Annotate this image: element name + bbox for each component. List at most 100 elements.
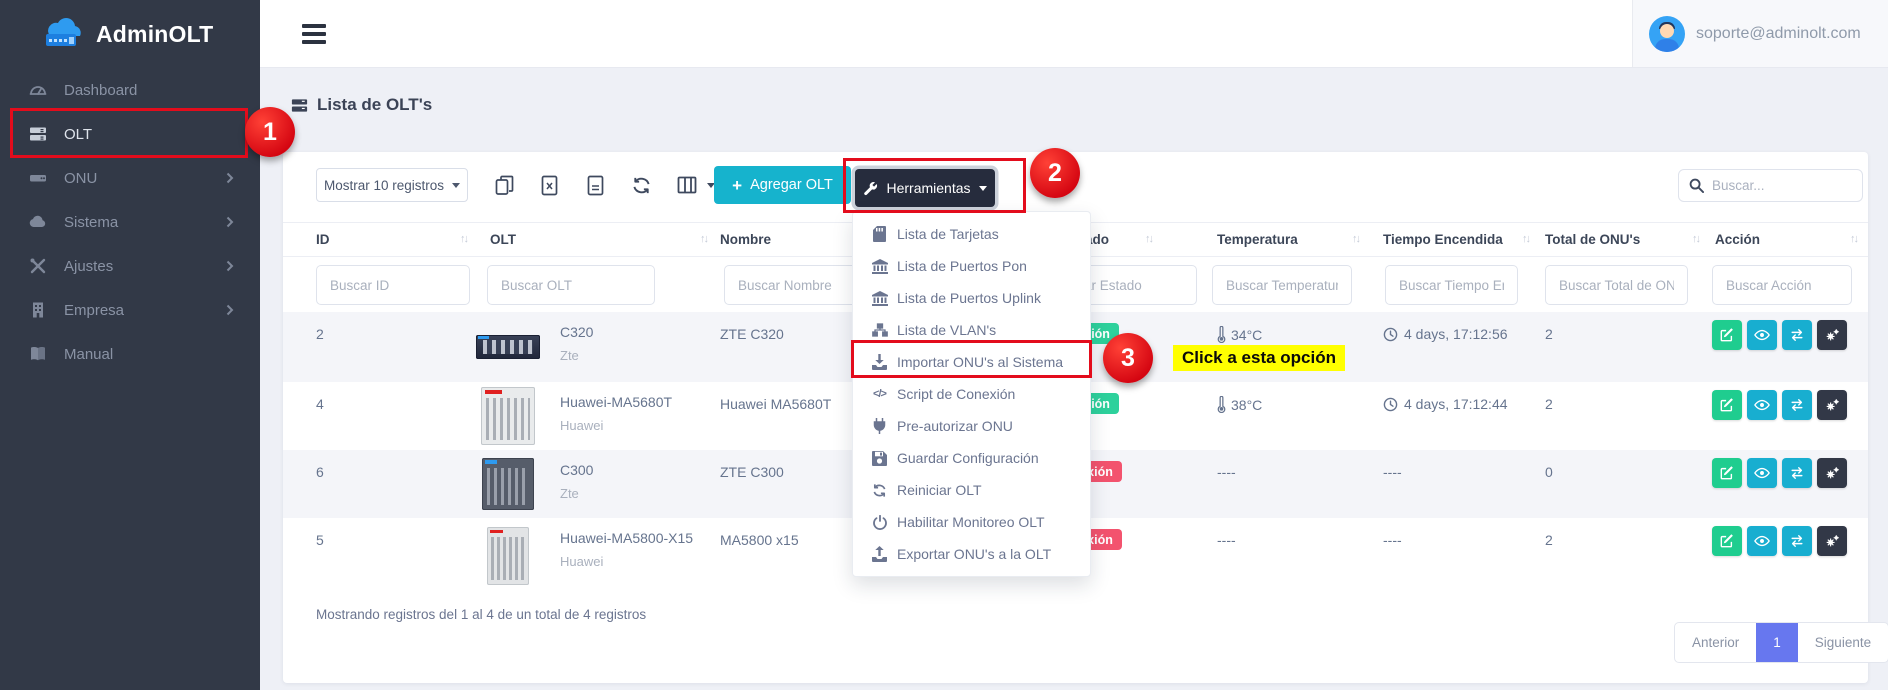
cell-olt: Huawei-MA5800-X15 Huawei [560,530,693,569]
cloud-icon [28,212,48,232]
sort-icon[interactable]: ↑↓ [1145,233,1152,245]
edit-button[interactable] [1712,526,1742,556]
upload-icon [871,546,888,563]
menu-item-pre-autorizar-onu[interactable]: Pre-autorizar ONU [853,410,1090,442]
view-button[interactable] [1747,320,1777,350]
sort-icon[interactable]: ↑↓ [1850,233,1857,245]
filter-accion-input[interactable] [1712,265,1852,305]
page-title: Lista de OLT's [290,95,432,115]
add-olt-button[interactable]: + Agregar OLT [714,166,851,204]
column-header-temperatura[interactable]: Temperatura [1217,232,1298,247]
menu-item-lista-de-tarjetas[interactable]: Lista de Tarjetas [853,218,1090,250]
menu-item-habilitar-monitoreo-olt[interactable]: Habilitar Monitoreo OLT [853,506,1090,538]
column-header-nombre[interactable]: Nombre [720,232,771,247]
edit-button[interactable] [1712,320,1742,350]
export-excel-button[interactable] [541,168,558,202]
pagination-next[interactable]: Siguiente [1798,623,1888,662]
plug-icon [871,418,888,435]
filter-id-input[interactable] [316,265,470,305]
add-olt-label: Agregar OLT [750,177,833,193]
cell-temperatura: 34°C [1217,326,1262,343]
show-entries-button[interactable]: Mostrar 10 registros [316,168,468,202]
annotation-step3-circle: 3 [1103,333,1153,383]
edit-button[interactable] [1712,458,1742,488]
column-header-olt[interactable]: OLT [490,232,516,247]
olt-model: C300 [560,462,593,478]
sort-icon[interactable]: ↑↓ [1692,233,1699,245]
user-menu[interactable]: soporte@adminolt.com [1632,0,1888,67]
column-visibility-button[interactable] [677,168,697,202]
device-icon [28,168,48,188]
export-file-button[interactable] [587,168,604,202]
olt-model: Huawei-MA5680T [560,394,672,410]
column-header-id[interactable]: ID [316,232,330,247]
menu-item-label: Lista de Puertos Pon [897,258,1027,274]
olt-brand: Zte [560,348,593,363]
server-icon [290,96,309,115]
sort-icon[interactable]: ↑↓ [1522,233,1529,245]
edit-button[interactable] [1712,390,1742,420]
menu-item-label: Pre-autorizar ONU [897,418,1013,434]
settings-button[interactable] [1817,320,1847,350]
menu-item-script-de-conexion[interactable]: </> Script de Conexión [853,378,1090,410]
sort-icon[interactable]: ↑↓ [1352,233,1359,245]
app-logo[interactable]: AdminOLT [0,0,260,68]
chevron-right-icon [226,260,234,272]
sort-icon[interactable]: ↑↓ [460,233,467,245]
view-button[interactable] [1747,458,1777,488]
cell-tiempo: ---- [1383,532,1402,548]
settings-button[interactable] [1817,526,1847,556]
sidebar-item-manual[interactable]: Manual [0,332,260,376]
thermometer-icon [1217,326,1226,343]
cell-nombre: MA5800 x15 [720,532,799,548]
sidebar-item-onu[interactable]: ONU [0,156,260,200]
sidebar-item-dashboard[interactable]: Dashboard [0,68,260,112]
settings-button[interactable] [1817,458,1847,488]
bank-icon [871,258,888,275]
show-entries-label: Mostrar 10 registros [324,178,444,193]
tools-icon [28,256,48,276]
pagination-prev[interactable]: Anterior [1675,623,1756,662]
sidebar-item-empresa[interactable]: Empresa [0,288,260,332]
cell-temperatura: 38°C [1217,396,1262,413]
menu-item-reiniciar-olt[interactable]: Reiniciar OLT [853,474,1090,506]
column-header-tiempo[interactable]: Tiempo Encendida [1383,232,1503,247]
row-actions [1712,526,1847,556]
sync-button[interactable] [1782,320,1812,350]
refresh-button[interactable] [631,168,652,202]
view-button[interactable] [1747,390,1777,420]
code-icon: </> [871,386,888,403]
cell-total-onus: 2 [1545,326,1553,342]
sidebar-item-label: Empresa [64,302,124,319]
menu-item-guardar-configuracion[interactable]: Guardar Configuración [853,442,1090,474]
menu-item-exportar-onus-a-la-olt[interactable]: Exportar ONU's a la OLT [853,538,1090,570]
filter-total-input[interactable] [1545,265,1688,305]
sidebar-item-ajustes[interactable]: Ajustes [0,244,260,288]
column-header-accion[interactable]: Acción [1715,232,1760,247]
view-button[interactable] [1747,526,1777,556]
refresh-icon [871,482,888,499]
hamburger-menu-icon[interactable] [302,24,326,44]
sort-icon[interactable]: ↑↓ [700,233,707,245]
copy-button[interactable] [495,168,514,202]
sidebar-item-label: Ajustes [64,258,113,275]
settings-button[interactable] [1817,390,1847,420]
pagination-page-1[interactable]: 1 [1756,623,1798,662]
sync-button[interactable] [1782,526,1812,556]
filter-temperatura-input[interactable] [1212,265,1352,305]
menu-item-lista-de-puertos-uplink[interactable]: Lista de Puertos Uplink [853,282,1090,314]
filter-olt-input[interactable] [487,265,655,305]
row-actions [1712,458,1847,488]
menu-item-label: Guardar Configuración [897,450,1039,466]
column-header-total-onus[interactable]: Total de ONU's [1545,232,1640,247]
sitemap-icon [871,322,888,339]
olt-model: C320 [560,324,593,340]
search-input[interactable] [1712,178,1842,193]
row-actions [1712,390,1847,420]
sync-button[interactable] [1782,390,1812,420]
menu-item-lista-de-puertos-pon[interactable]: Lista de Puertos Pon [853,250,1090,282]
sidebar-item-sistema[interactable]: Sistema [0,200,260,244]
filter-tiempo-input[interactable] [1385,265,1518,305]
cell-nombre: ZTE C320 [720,326,784,342]
sync-button[interactable] [1782,458,1812,488]
